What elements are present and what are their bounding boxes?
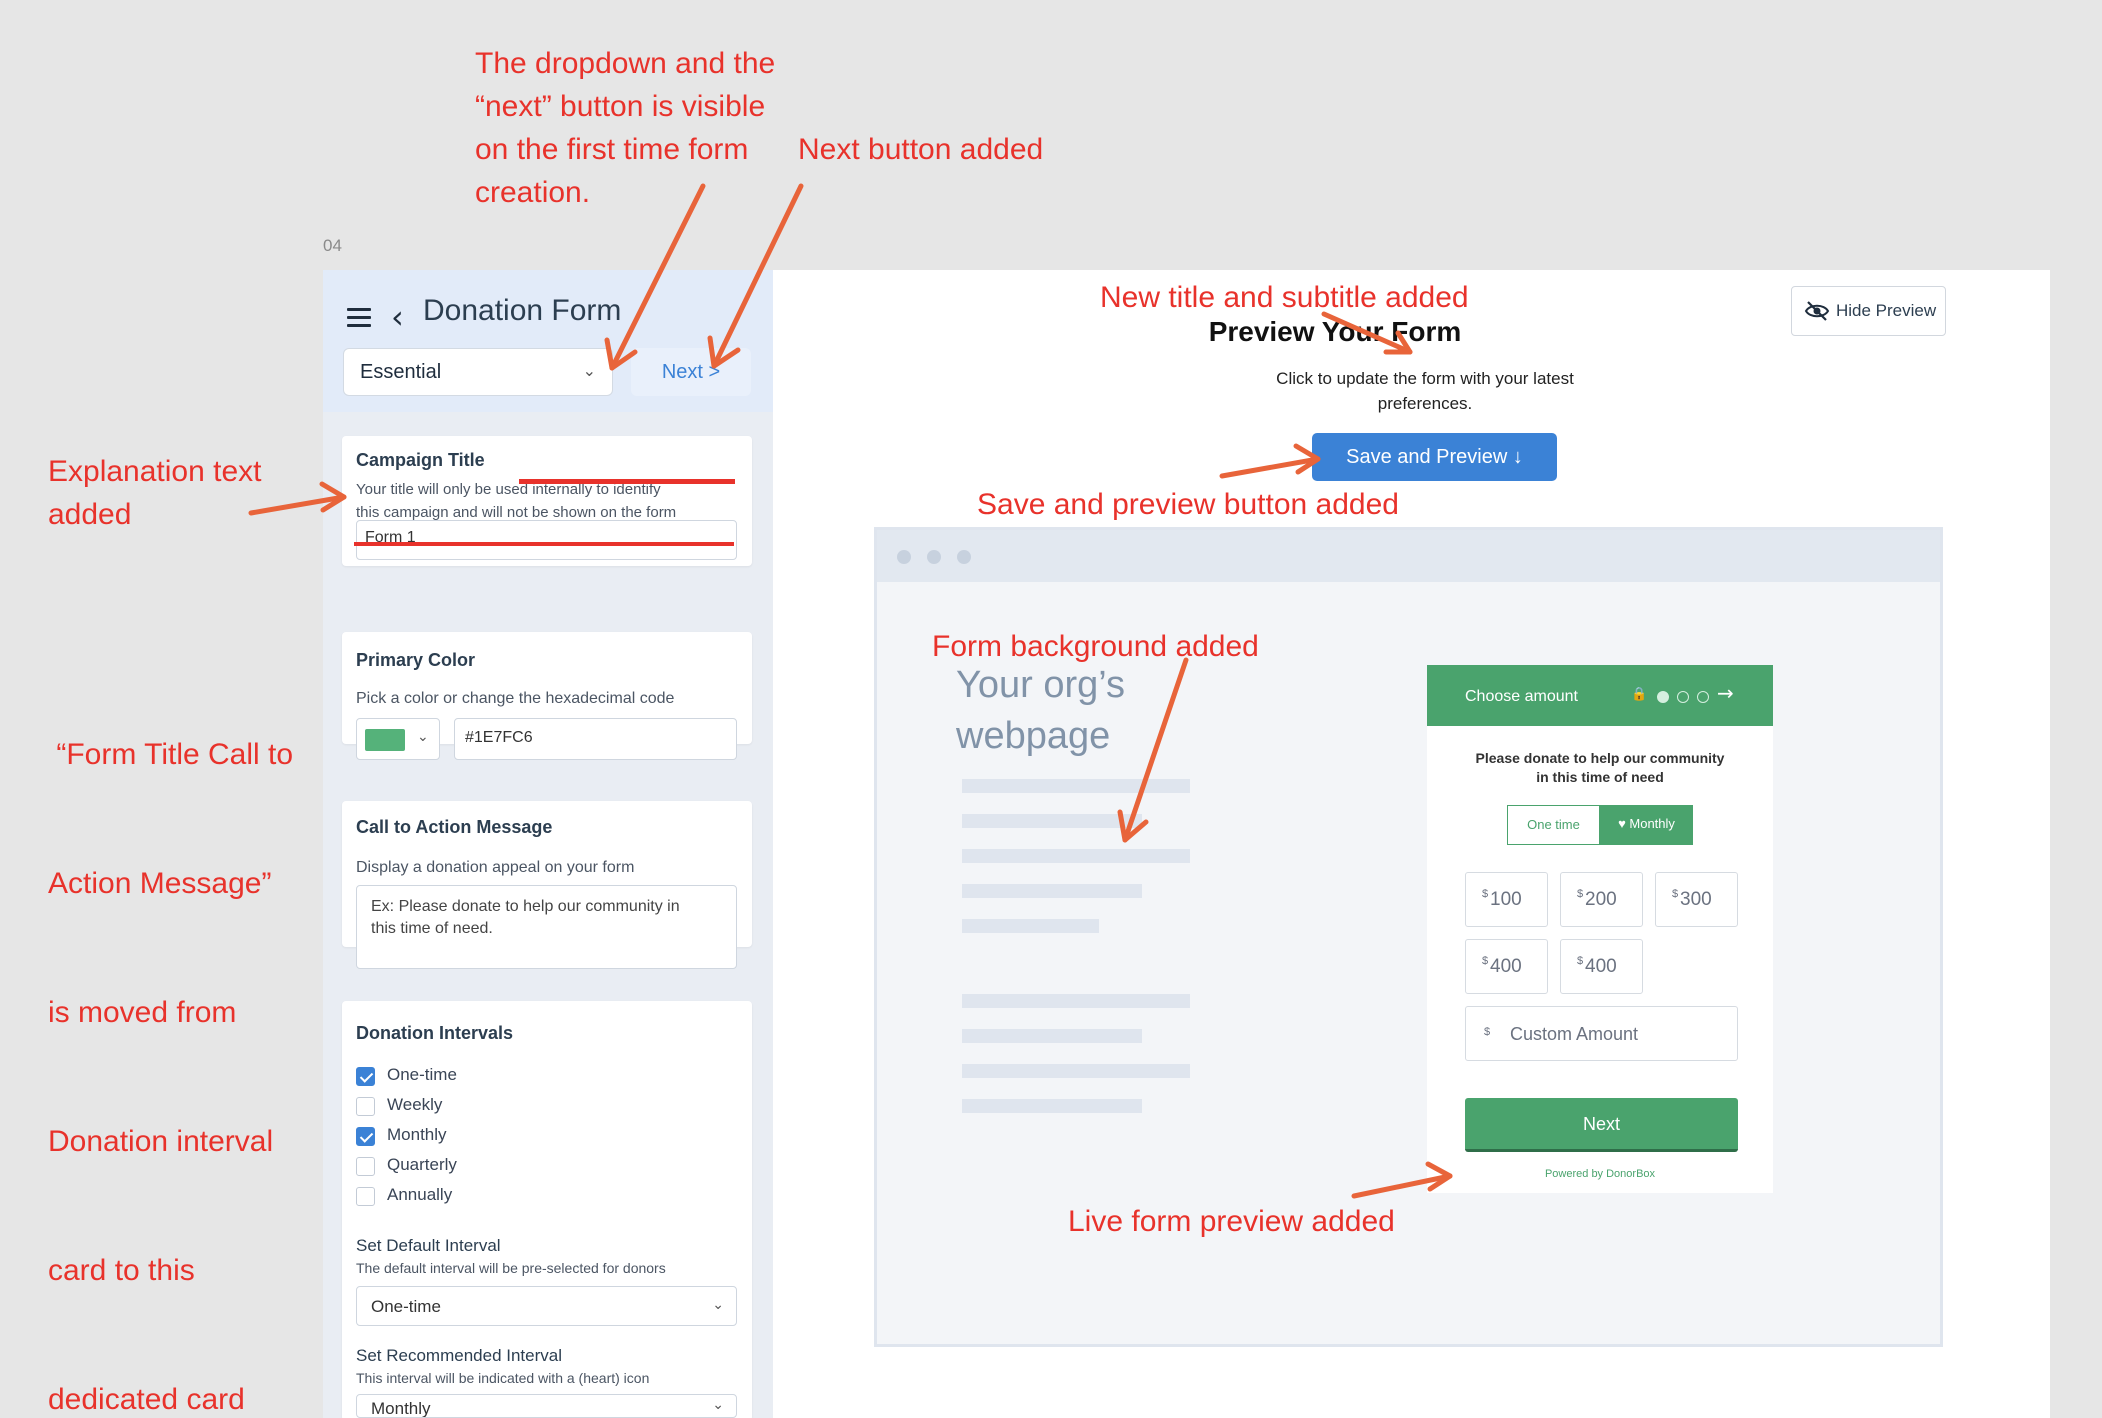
- annotation-arrows: [248, 183, 1453, 1199]
- arrow-to-dropdown: [609, 183, 706, 371]
- arrow-to-background: [1122, 657, 1189, 843]
- arrow-to-next: [711, 183, 804, 369]
